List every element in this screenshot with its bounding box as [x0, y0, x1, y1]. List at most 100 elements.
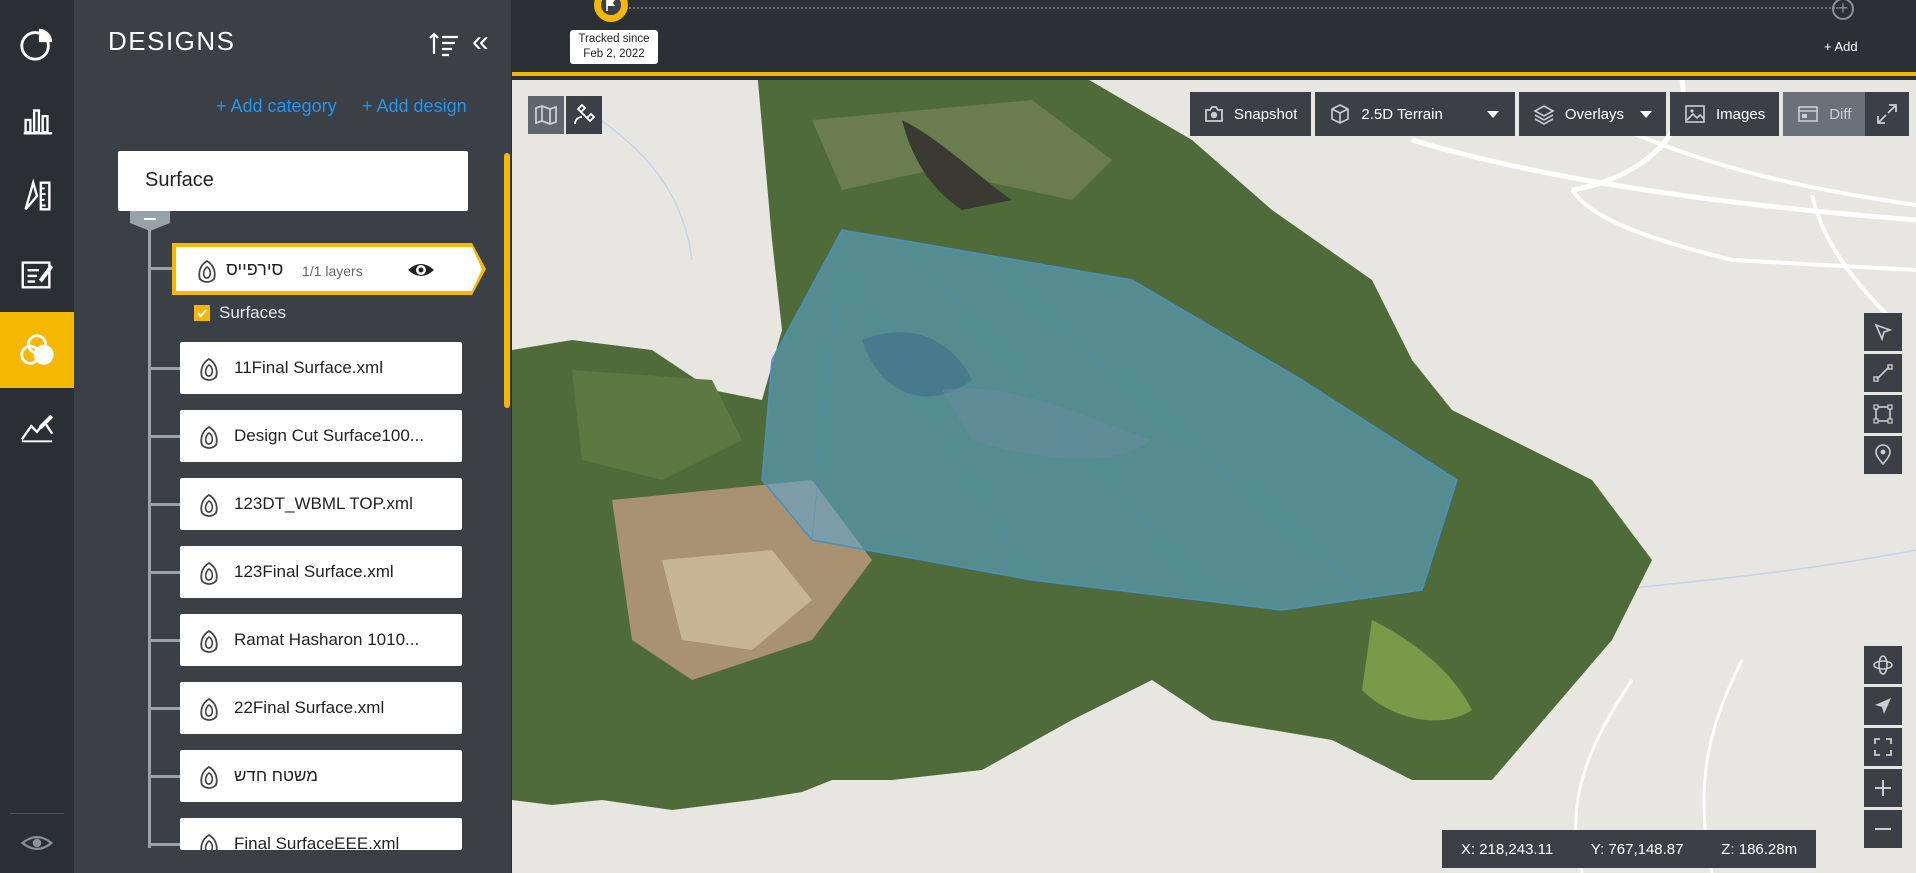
designs-nav-button[interactable] — [0, 312, 86, 388]
design-name: Final SurfaceEEE.xml — [234, 834, 400, 850]
coord-z: Z: 186.28m — [1721, 840, 1798, 858]
measure-nav-button[interactable] — [0, 158, 74, 234]
camera-icon — [1205, 106, 1223, 122]
surfaces-checkbox[interactable] — [194, 305, 210, 321]
snapshot-button[interactable]: Snapshot — [1190, 92, 1312, 136]
terrain-dropdown[interactable]: 2.5D Terrain — [1315, 92, 1515, 136]
panel-scrollbar-thumb[interactable] — [504, 153, 510, 408]
overlays-dropdown[interactable]: Overlays — [1518, 92, 1667, 136]
surface-layer-icon — [200, 493, 218, 517]
satellite-icon — [574, 103, 596, 125]
timeline-bar: Tracked since Feb 2, 2022 + + Add — [512, 0, 1916, 76]
map-viewport[interactable]: Snapshot 2.5D Terrain Overlays Images Di… — [512, 80, 1916, 873]
layers-stack-icon — [1533, 105, 1555, 125]
surface-layer-icon — [200, 629, 218, 653]
add-design-link[interactable]: + Add design — [362, 96, 467, 117]
design-list-item[interactable]: 123Final Surface.xml — [180, 546, 462, 598]
tracked-since-label: Tracked since — [578, 33, 650, 45]
design-list-item[interactable]: 11Final Surface.xml — [180, 342, 462, 394]
fit-extent-button[interactable] — [1864, 728, 1902, 766]
active-design-item[interactable]: סירפייס 1/1 layers — [172, 243, 486, 295]
check-icon — [197, 309, 207, 318]
coord-y: Y: 767,148.87 — [1590, 840, 1684, 858]
layer-count: 1/1 layers — [302, 263, 363, 279]
diff-button[interactable]: Diff — [1783, 92, 1866, 136]
polygon-area-icon — [1873, 404, 1893, 424]
tree-branch — [148, 843, 180, 846]
panel-title: DESIGNS — [108, 26, 236, 56]
map-view-toggle[interactable] — [528, 96, 564, 134]
point-tool-button[interactable] — [1864, 436, 1902, 474]
images-button[interactable]: Images — [1670, 92, 1780, 136]
designs-panel: DESIGNS « + Add category + Add design Su… — [74, 0, 512, 873]
diff-label: Diff — [1829, 105, 1852, 123]
satellite-view-toggle[interactable] — [566, 96, 602, 134]
design-list-item[interactable]: Final SurfaceEEE.xml — [180, 818, 462, 850]
tree-branch — [148, 707, 180, 710]
eye-icon[interactable] — [406, 259, 436, 281]
dashboard-nav-button[interactable] — [0, 6, 74, 82]
tree-branch — [148, 571, 180, 574]
design-list-item[interactable]: 22Final Surface.xml — [180, 682, 462, 734]
navigation-tools — [1864, 646, 1902, 851]
design-list-item[interactable]: Design Cut Surface100... — [180, 410, 462, 462]
cube-icon — [1331, 104, 1350, 124]
surfaces-label: Surfaces — [219, 303, 287, 322]
map-canvas[interactable] — [512, 80, 1916, 873]
category-name: Surface — [145, 169, 214, 191]
design-name: משטח חדש — [234, 766, 318, 785]
locate-button[interactable] — [1864, 687, 1902, 725]
line-tool-button[interactable] — [1864, 354, 1902, 392]
cursor-icon — [1874, 323, 1893, 342]
tracked-since-date: Feb 2, 2022 — [583, 48, 645, 60]
reports-nav-button[interactable] — [0, 236, 74, 312]
bar-chart-icon — [23, 109, 53, 135]
fullscreen-button[interactable] — [1865, 92, 1910, 136]
surface-layer-icon — [200, 561, 218, 585]
main-nav-rail — [0, 0, 86, 873]
tree-branch — [148, 639, 180, 642]
surface-layer-icon — [198, 259, 216, 283]
chevron-down-icon — [1640, 110, 1653, 118]
sort-icon[interactable] — [428, 30, 460, 58]
design-list-item[interactable]: משטח חדש — [180, 750, 462, 802]
design-list-item[interactable]: Ramat Hasharon 1010... — [180, 614, 462, 666]
add-survey-link[interactable]: + Add — [1824, 39, 1858, 54]
orbit-icon — [1873, 655, 1893, 675]
surface-layer-icon — [200, 833, 218, 850]
surface-layer-icon — [200, 357, 218, 381]
collapse-panel-icon[interactable]: « — [472, 27, 500, 58]
fit-screen-icon — [1874, 738, 1892, 756]
visibility-toggle-button[interactable] — [0, 804, 74, 873]
timeline-track[interactable] — [618, 7, 1838, 9]
snapshot-label: Snapshot — [1234, 105, 1298, 123]
tree-branch — [148, 367, 180, 370]
orbit-button[interactable] — [1864, 646, 1902, 684]
zoom-in-button[interactable] — [1864, 769, 1902, 807]
annotate-nav-button[interactable] — [0, 390, 74, 466]
category-header[interactable]: Surface — [118, 151, 468, 211]
map-pin-icon — [1875, 444, 1891, 466]
active-design-name: סירפייס — [226, 259, 284, 279]
tree-connector — [148, 226, 151, 848]
polyline-icon — [1873, 364, 1893, 382]
area-tool-button[interactable] — [1864, 395, 1902, 433]
overlays-label: Overlays — [1564, 105, 1625, 123]
images-label: Images — [1716, 105, 1766, 123]
design-name: 123Final Surface.xml — [234, 562, 394, 581]
add-category-link[interactable]: + Add category — [216, 96, 337, 117]
select-tool-button[interactable] — [1864, 313, 1902, 351]
chevron-down-icon — [1486, 110, 1499, 118]
tree-branch — [148, 435, 180, 438]
terrain-label: 2.5D Terrain — [1361, 105, 1443, 123]
expand-icon — [1877, 104, 1898, 124]
category-collapse-toggle[interactable] — [130, 211, 170, 231]
app-root: { "sidebar_rail": { "items": [ {"icon": … — [0, 0, 1916, 873]
analytics-nav-button[interactable] — [0, 82, 74, 158]
plus-icon — [1875, 780, 1891, 796]
add-survey-plus-icon[interactable]: + — [1832, 0, 1854, 20]
zoom-out-button[interactable] — [1864, 810, 1902, 848]
navigation-arrow-icon — [1875, 698, 1891, 714]
surface-layer-icon — [200, 425, 218, 449]
design-list-item[interactable]: 123DT_WBML TOP.xml — [180, 478, 462, 530]
